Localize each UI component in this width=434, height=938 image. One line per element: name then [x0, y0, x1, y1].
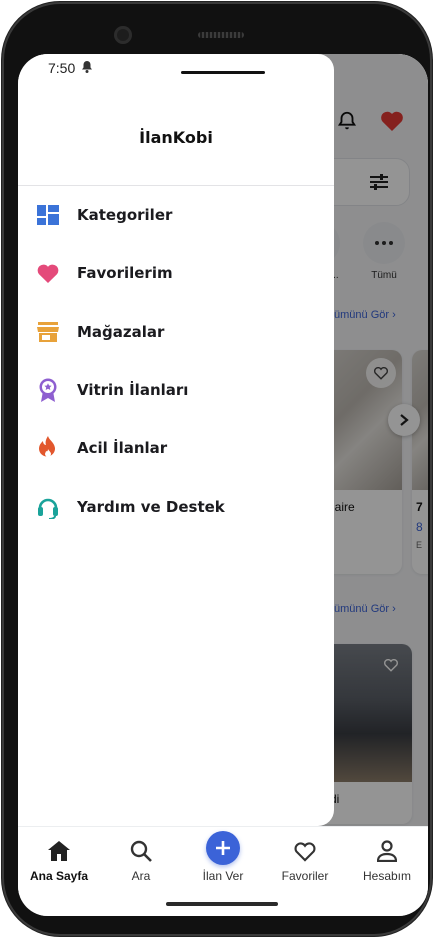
screen: eri... Tümü ümünü Gör › daire 7: [18, 54, 428, 916]
camera-icon: [114, 26, 132, 44]
search-icon: [100, 837, 182, 865]
badge-icon: [36, 378, 60, 403]
menu-item-kategoriler[interactable]: Kategoriler: [18, 186, 334, 244]
store-icon: [36, 320, 60, 344]
heart-outline-icon: [264, 837, 346, 865]
drawer-menu: Kategoriler Favorilerim Mağazalar Vitrin…: [18, 186, 334, 536]
nav-label: Hesabım: [362, 869, 412, 883]
status-bar: 7:50: [48, 60, 93, 76]
menu-item-magazalar[interactable]: Mağazalar: [18, 303, 334, 361]
person-icon: [346, 837, 428, 865]
phone-frame: eri... Tümü ümünü Gör › daire 7: [2, 2, 432, 936]
headset-icon: [36, 495, 60, 519]
nav-item-ana-sayfa[interactable]: Ana Sayfa: [18, 837, 100, 883]
nav-item-ilan-ver[interactable]: İlan Ver: [182, 831, 264, 883]
dashboard-icon: [36, 203, 60, 227]
menu-item-label: Vitrin İlanları: [77, 381, 189, 400]
app-brand-title: İlanKobi: [139, 128, 213, 147]
menu-item-favorilerim[interactable]: Favorilerim: [18, 244, 334, 302]
fire-icon: [36, 436, 60, 460]
nav-label: İlan Ver: [202, 869, 244, 883]
menu-item-vitrin-ilanlari[interactable]: Vitrin İlanları: [18, 361, 334, 419]
nav-label: Ara: [131, 869, 151, 883]
home-indicator[interactable]: [166, 902, 278, 906]
nav-label: Favoriler: [281, 869, 329, 883]
nav-item-hesabim[interactable]: Hesabım: [346, 837, 428, 883]
nav-item-favoriler[interactable]: Favoriler: [264, 837, 346, 883]
menu-item-acil-ilanlar[interactable]: Acil İlanlar: [18, 419, 334, 477]
status-time: 7:50: [48, 60, 76, 76]
menu-item-label: Kategoriler: [77, 206, 173, 225]
speaker-grille: [198, 32, 244, 38]
heart-icon: [36, 261, 60, 285]
menu-item-yardim-destek[interactable]: Yardım ve Destek: [18, 477, 334, 535]
drag-handle: [181, 71, 265, 74]
plus-icon: [206, 831, 240, 865]
menu-item-label: Acil İlanlar: [77, 439, 168, 458]
menu-item-label: Yardım ve Destek: [77, 497, 225, 516]
nav-label: Ana Sayfa: [29, 869, 89, 883]
home-icon: [18, 837, 100, 865]
menu-item-label: Mağazalar: [77, 322, 165, 341]
notification-bell-icon: [81, 60, 93, 76]
menu-item-label: Favorilerim: [77, 264, 173, 283]
navigation-drawer: 7:50 İlanKobi Kategoriler Favorilerim Ma…: [18, 54, 334, 826]
nav-item-ara[interactable]: Ara: [100, 837, 182, 883]
